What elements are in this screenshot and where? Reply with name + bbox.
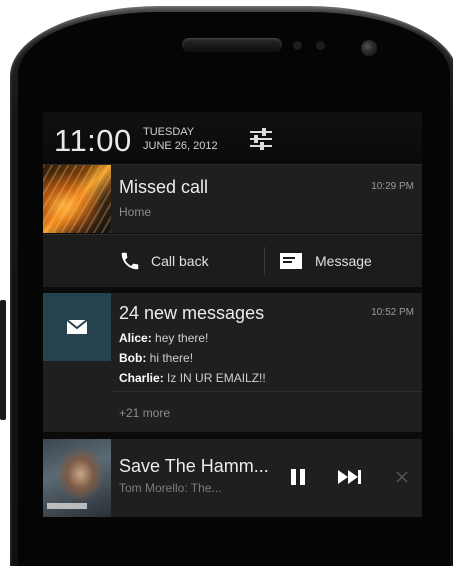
track-artist: Tom Morello: The... — [119, 481, 222, 495]
notification-shade: 11:00 TUESDAY JUNE 26, 2012 Missed call … — [43, 112, 422, 517]
day-name: TUESDAY — [143, 126, 195, 138]
date-text: JUNE 26, 2012 — [143, 140, 218, 152]
album-art — [43, 439, 111, 517]
notification-subtitle: Home — [119, 205, 152, 219]
call-back-label: Call back — [151, 253, 209, 269]
message-label: Message — [315, 253, 372, 269]
settings-sliders-icon[interactable] — [247, 126, 275, 152]
contact-photo — [43, 165, 111, 233]
dismiss-button[interactable] — [384, 459, 420, 495]
message-preview-line: Charlie: Iz IN UR EMAILZ!! — [119, 371, 266, 385]
message-preview-line: Alice: hey there! — [119, 331, 209, 345]
track-title: Save The Hamm... — [119, 456, 269, 476]
phone-icon — [121, 252, 139, 270]
message-snippet: Iz IN UR EMAILZ!! — [163, 371, 266, 385]
divider — [111, 391, 422, 392]
missed-call-actions: Call back Message — [43, 234, 422, 287]
close-icon — [396, 471, 408, 483]
light-sensor — [316, 41, 325, 50]
notification-title: Missed call — [119, 177, 209, 197]
missed-call-notification[interactable]: Missed call Home 10:29 PM — [43, 165, 422, 233]
proximity-sensor — [293, 41, 302, 50]
sender-name: Alice — [119, 331, 148, 345]
message-snippet: hey there! — [151, 331, 209, 345]
mail-badge — [43, 293, 111, 361]
pause-icon — [291, 469, 305, 485]
action-divider — [264, 247, 265, 275]
clock-time: 11:00 — [54, 123, 132, 158]
mail-icon — [66, 319, 88, 334]
notification-time: 10:29 PM — [371, 181, 414, 192]
more-count: +21 more — [119, 406, 171, 420]
email-notification[interactable]: 24 new messages 10:52 PM Alice: hey ther… — [43, 293, 422, 432]
music-notification[interactable]: Save The Hamm... Tom Morello: The... — [43, 439, 422, 517]
notification-title: 24 new messages — [119, 303, 265, 323]
call-back-button[interactable]: Call back — [119, 235, 209, 287]
message-button[interactable]: Message — [279, 235, 372, 287]
pause-button[interactable] — [280, 459, 316, 495]
message-preview-line: Bob: hi there! — [119, 351, 194, 365]
shade-header: 11:00 TUESDAY JUNE 26, 2012 — [43, 112, 422, 165]
side-button — [0, 300, 6, 420]
earpiece-speaker — [182, 38, 282, 52]
skip-next-button[interactable] — [332, 459, 368, 495]
sender-name: Charlie — [119, 371, 160, 385]
message-icon — [280, 253, 302, 269]
message-snippet: hi there! — [146, 351, 194, 365]
sender-name: Bob — [119, 351, 143, 365]
notification-time: 10:52 PM — [371, 307, 414, 318]
skip-next-icon — [338, 470, 361, 484]
front-camera — [361, 40, 377, 56]
